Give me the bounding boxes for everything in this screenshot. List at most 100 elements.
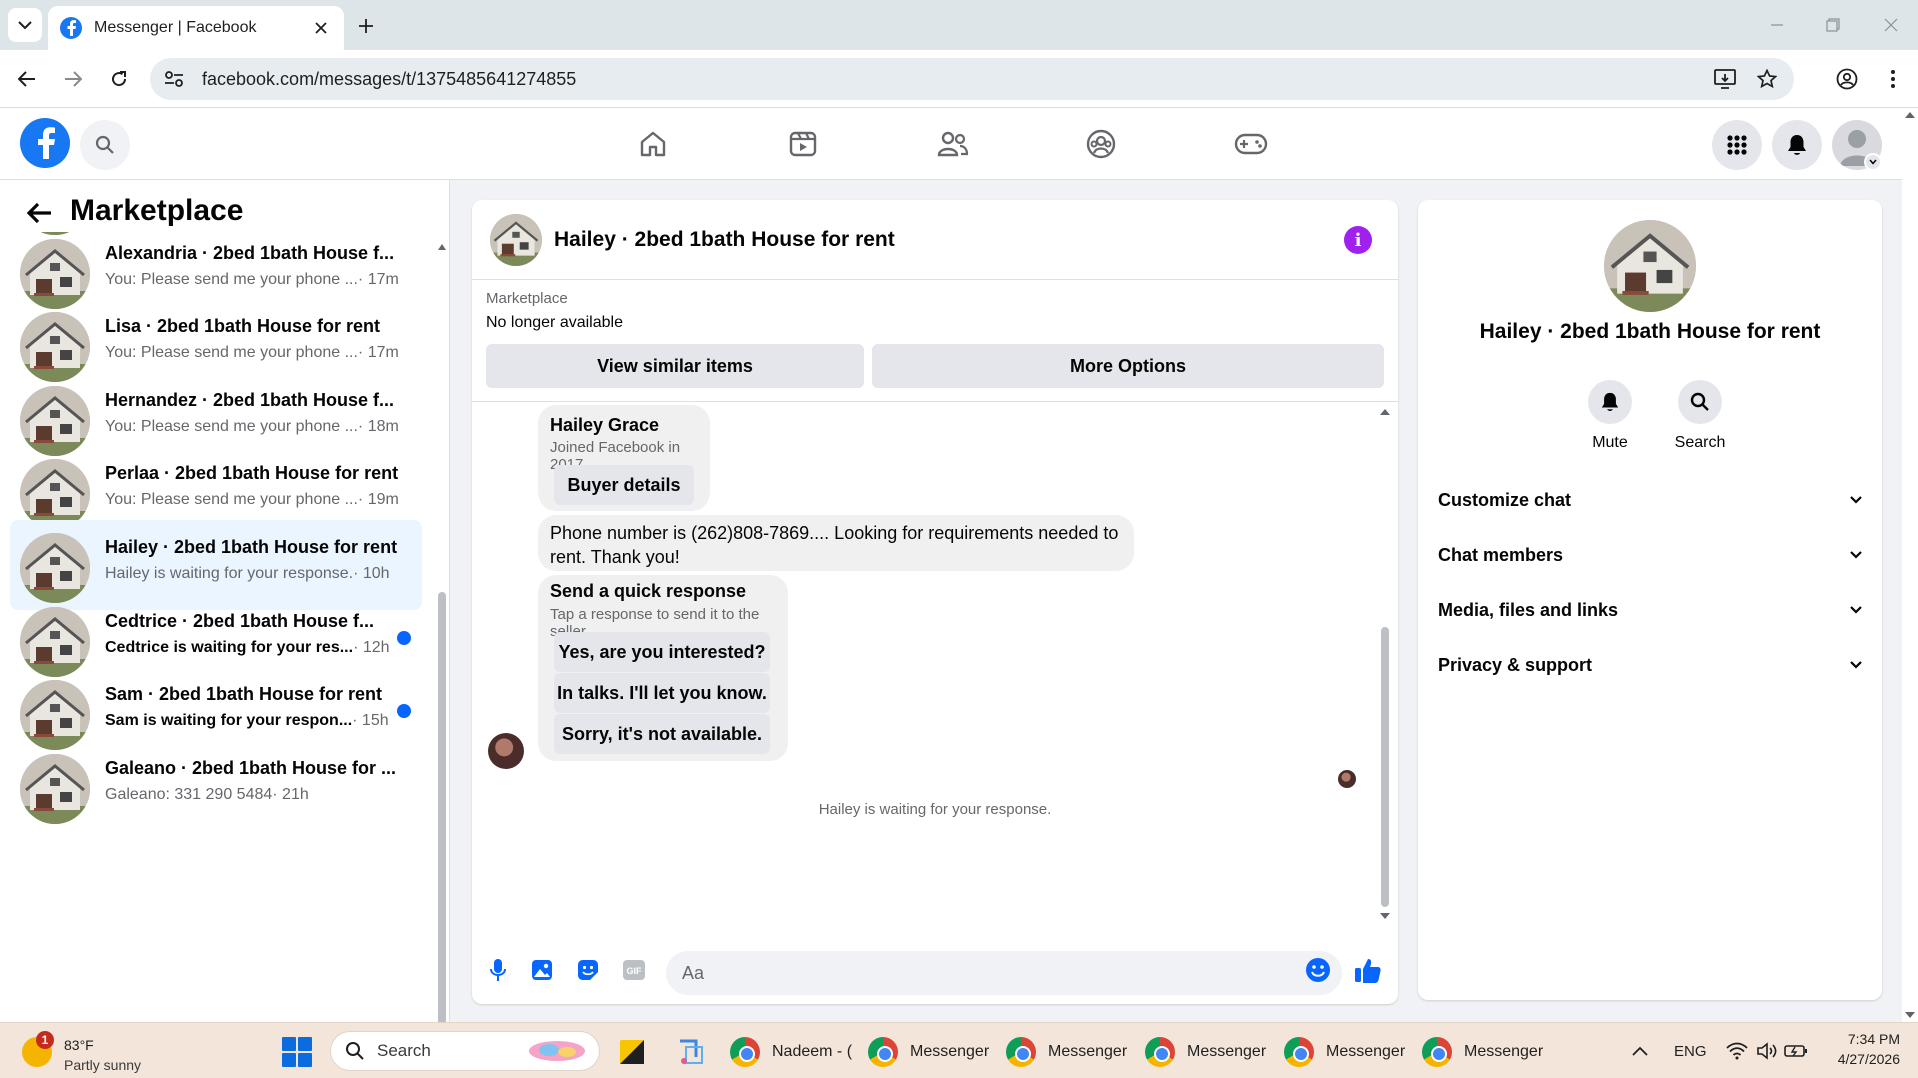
language-indicator[interactable]: ENG <box>1674 1023 1707 1078</box>
taskbar-chrome-window[interactable]: Messenger <box>1284 1031 1405 1073</box>
taskbar-chrome-window[interactable]: Messenger <box>1145 1031 1266 1073</box>
weather-widget[interactable]: 1 83°F Partly sunny <box>22 1031 182 1075</box>
conversation-list-scrollbar[interactable] <box>436 232 448 1022</box>
conversation-name: Cedtrice · 2bed 1bath House f... <box>105 610 375 631</box>
taskbar-chrome-window[interactable]: Messenger <box>1422 1031 1543 1073</box>
new-tab-button[interactable] <box>352 12 380 40</box>
taskbar-chrome-window[interactable]: Nadeem - ( <box>730 1031 852 1073</box>
menu-grid-button[interactable] <box>1712 120 1762 170</box>
chevron-down-icon <box>1850 551 1862 559</box>
search-icon[interactable] <box>1678 380 1722 424</box>
clock-date[interactable]: 4/27/2026 <box>1820 1051 1900 1067</box>
bell-icon[interactable] <box>1588 380 1632 424</box>
notifications-button[interactable] <box>1772 120 1822 170</box>
view-similar-items-button[interactable]: View similar items <box>486 344 864 388</box>
windows-start-button[interactable] <box>282 1037 312 1067</box>
conversation-name: Lisa · 2bed 1bath House for rent <box>105 316 381 337</box>
restore-icon <box>1826 18 1840 32</box>
back-arrow-icon[interactable] <box>24 198 54 228</box>
page-scrollbar[interactable] <box>1902 108 1918 1022</box>
taskbar-chrome-window[interactable]: Messenger <box>1006 1031 1127 1073</box>
emoji-icon[interactable] <box>1302 954 1334 986</box>
profile-button[interactable] <box>1832 64 1862 94</box>
wifi-icon[interactable] <box>1726 1023 1748 1078</box>
privacy-support-section[interactable]: Privacy & support <box>1438 643 1862 687</box>
quick-response-option[interactable]: In talks. I'll let you know. <box>554 673 770 713</box>
minimize-window-button[interactable] <box>1762 10 1792 40</box>
listing-status: No longer available <box>486 314 623 331</box>
quick-response-option[interactable]: Yes, are you interested? <box>554 632 770 672</box>
nav-friends[interactable] <box>928 122 978 166</box>
account-chevron-icon[interactable] <box>1864 153 1882 171</box>
restore-window-button[interactable] <box>1818 10 1848 40</box>
conversation-preview-line: You: Please send me your phone ...· 17m <box>105 344 399 362</box>
sender-avatar[interactable] <box>488 733 524 769</box>
listing-thumbnail[interactable] <box>490 214 542 266</box>
bookmark-star-icon[interactable] <box>1752 64 1782 94</box>
volume-icon[interactable] <box>1756 1023 1778 1078</box>
scrollbar-thumb[interactable] <box>1381 627 1389 907</box>
media-files-links-section[interactable]: Media, files and links <box>1438 588 1862 632</box>
message-thread-scrollbar[interactable] <box>1378 403 1392 927</box>
taskbar-window-label: Nadeem - ( <box>772 1043 853 1060</box>
nav-video[interactable] <box>778 122 828 166</box>
conversation-item[interactable]: Galeano · 2bed 1bath House for ... Galean… <box>10 741 422 831</box>
conversation-preview-line: You: Please send me your phone ...· 19m <box>105 491 399 509</box>
close-tab-icon[interactable] <box>310 17 332 39</box>
search-action[interactable]: Search <box>1660 380 1740 452</box>
weather-badge: 1 <box>36 1031 54 1049</box>
conversation-time: · 10h <box>353 565 390 582</box>
message-input[interactable] <box>666 951 1342 995</box>
tab-search-button[interactable] <box>8 8 42 42</box>
mute-action[interactable]: Mute <box>1570 380 1650 452</box>
customize-chat-section[interactable]: Customize chat <box>1438 478 1862 522</box>
browser-tab-messenger[interactable]: Messenger | Facebook <box>48 6 344 50</box>
reload-button[interactable] <box>104 64 134 94</box>
omnibox[interactable]: facebook.com/messages/t/1375485641274855 <box>150 58 1794 100</box>
nav-home[interactable] <box>628 122 678 166</box>
clock-time[interactable]: 7:34 PM <box>1820 1031 1900 1047</box>
snipping-tool-app[interactable] <box>676 1031 706 1073</box>
minimize-icon <box>1771 24 1783 26</box>
nav-groups[interactable] <box>1076 122 1126 166</box>
conversation-preview-line: Galeano: 331 290 5484· 21h <box>105 786 309 804</box>
gif-icon[interactable]: GIF <box>618 954 650 986</box>
scrollbar-thumb[interactable] <box>438 592 446 1022</box>
conversation-preview-line: You: Please send me your phone ...· 18m <box>105 418 399 436</box>
taskbar-window-label: Messenger <box>910 1043 990 1060</box>
sticker-icon[interactable] <box>572 954 604 986</box>
url-text[interactable]: facebook.com/messages/t/1375485641274855 <box>202 69 1710 90</box>
back-button[interactable] <box>12 64 42 94</box>
info-icon[interactable]: i <box>1344 226 1372 254</box>
facebook-search-button[interactable] <box>80 120 130 170</box>
taskbar-search[interactable]: Search <box>330 1031 600 1071</box>
chat-title[interactable]: Hailey · 2bed 1bath House for rent <box>554 228 895 252</box>
close-icon <box>1884 18 1898 32</box>
attach-photo-icon[interactable] <box>526 954 558 986</box>
show-hidden-icons-button[interactable] <box>1632 1023 1648 1078</box>
buyer-details-button[interactable]: Buyer details <box>554 465 694 505</box>
conversation-name: Sam · 2bed 1bath House for rent <box>105 684 383 705</box>
browser-menu-button[interactable] <box>1878 64 1908 94</box>
site-info-icon[interactable] <box>164 70 184 88</box>
thumbs-up-icon[interactable] <box>1352 954 1384 986</box>
close-window-button[interactable] <box>1876 10 1906 40</box>
conversation-list-panel: Marketplace Kenzo · 2bed 1bath House for… <box>0 180 450 1022</box>
taskbar-window-label: Messenger <box>1187 1043 1267 1060</box>
forward-button[interactable] <box>58 64 88 94</box>
listing-photo[interactable] <box>1604 220 1696 312</box>
more-options-button[interactable]: More Options <box>872 344 1384 388</box>
taskbar-chrome-window[interactable]: Messenger <box>868 1031 989 1073</box>
search-label: Search <box>1674 434 1726 451</box>
chevron-down-icon <box>1850 661 1862 669</box>
chat-members-section[interactable]: Chat members <box>1438 533 1862 577</box>
nav-gaming[interactable] <box>1226 122 1276 166</box>
battery-icon[interactable] <box>1784 1023 1808 1078</box>
conversation-name: Alexandria · 2bed 1bath House f... <box>105 242 395 263</box>
quick-response-option[interactable]: Sorry, it's not available. <box>554 714 770 754</box>
sticky-notes-app[interactable] <box>618 1031 646 1073</box>
install-app-icon[interactable] <box>1710 64 1740 94</box>
facebook-logo-icon[interactable] <box>20 118 70 168</box>
voice-clip-icon[interactable] <box>482 954 514 986</box>
conversation-name: Hailey · 2bed 1bath House for rent <box>105 537 398 557</box>
